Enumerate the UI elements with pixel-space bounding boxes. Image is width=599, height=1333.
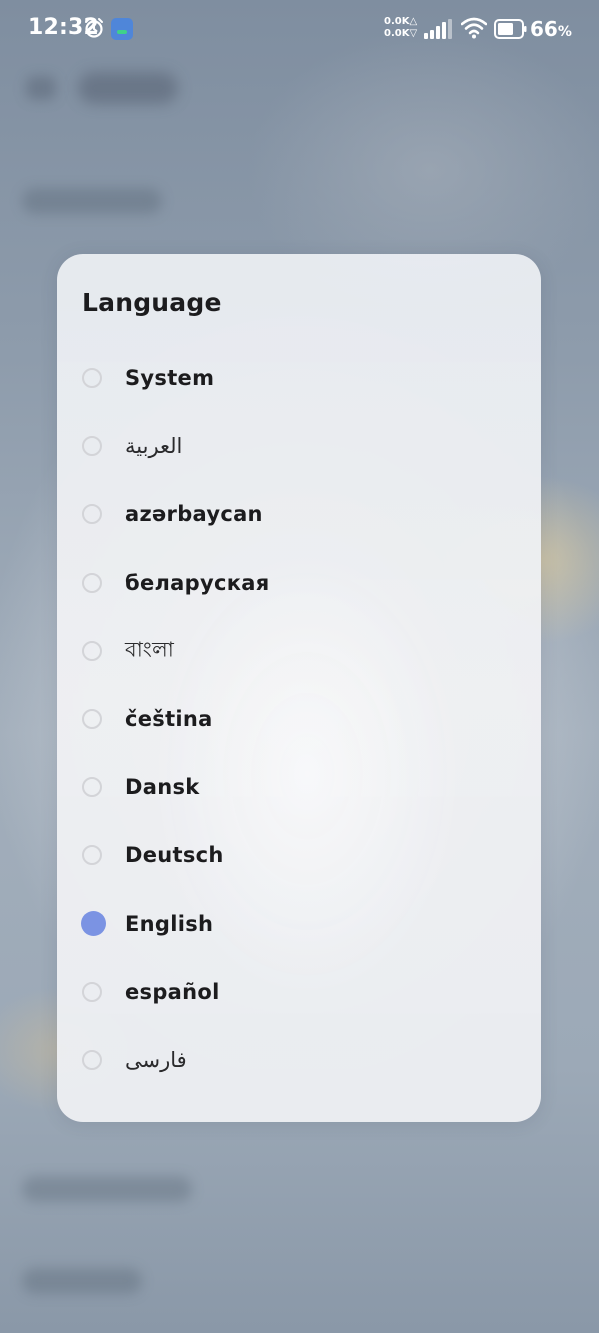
language-options-list[interactable]: System العربية azərbaycan беларуская বাং…	[57, 344, 541, 1094]
radio-button[interactable]	[82, 572, 102, 593]
blurred-back-arrow	[26, 76, 56, 100]
radio-button[interactable]	[82, 504, 102, 525]
battery-percent-unit: %	[557, 24, 572, 40]
radio-button[interactable]	[82, 368, 102, 389]
language-option-czech[interactable]: čeština	[57, 685, 541, 753]
language-option-german[interactable]: Deutsch	[57, 821, 541, 889]
battery-icon	[494, 19, 527, 39]
language-label: বাংলা	[125, 637, 175, 662]
language-label: Dansk	[125, 775, 200, 800]
language-label: azərbaycan	[125, 502, 263, 527]
signal-icon	[424, 19, 452, 39]
language-label: English	[125, 911, 214, 936]
language-option-english[interactable]: English	[57, 890, 541, 958]
language-dialog: Language System العربية azərbaycan белар…	[57, 254, 541, 1122]
app-notification-icon	[111, 18, 133, 40]
radio-button[interactable]	[82, 436, 102, 457]
battery-percentage: 66%	[530, 17, 572, 41]
radio-button[interactable]	[82, 1049, 102, 1070]
language-option-danish[interactable]: Dansk	[57, 753, 541, 821]
alarm-clock-icon	[85, 18, 103, 38]
language-option-bengali[interactable]: বাংলা	[57, 617, 541, 685]
language-label: беларуская	[125, 570, 270, 595]
network-speed: 0.0K△ 0.0K▽	[384, 16, 422, 40]
radio-button[interactable]	[82, 981, 102, 1002]
language-label: System	[125, 366, 215, 391]
network-upload-speed: 0.0K△	[384, 16, 418, 27]
radio-button[interactable]	[82, 709, 102, 730]
radio-button[interactable]	[82, 640, 102, 661]
wifi-icon	[461, 17, 487, 39]
language-option-spanish[interactable]: español	[57, 958, 541, 1026]
radio-button-selected[interactable]	[81, 911, 106, 937]
dialog-title: Language	[82, 288, 222, 317]
radio-button[interactable]	[82, 845, 102, 866]
language-option-system[interactable]: System	[57, 344, 541, 412]
language-label: Deutsch	[125, 843, 224, 868]
blurred-row	[22, 188, 162, 214]
battery-percent-value: 66	[530, 17, 558, 41]
blurred-row	[22, 1268, 142, 1294]
language-label: العربية	[125, 434, 183, 459]
status-bar: 12:32 0.0K△ 0.0K▽ 66%	[0, 0, 599, 58]
language-label: čeština	[125, 707, 213, 732]
language-option-azerbaijani[interactable]: azərbaycan	[57, 480, 541, 548]
language-label: español	[125, 979, 220, 1004]
blurred-row	[22, 1176, 192, 1202]
language-label: فارسی	[125, 1047, 187, 1072]
radio-button[interactable]	[82, 777, 102, 798]
blurred-page-title	[78, 72, 178, 104]
network-download-speed: 0.0K▽	[384, 28, 418, 39]
language-option-belarusian[interactable]: беларуская	[57, 549, 541, 617]
language-option-persian[interactable]: فارسی	[57, 1026, 541, 1094]
language-option-arabic[interactable]: العربية	[57, 412, 541, 480]
